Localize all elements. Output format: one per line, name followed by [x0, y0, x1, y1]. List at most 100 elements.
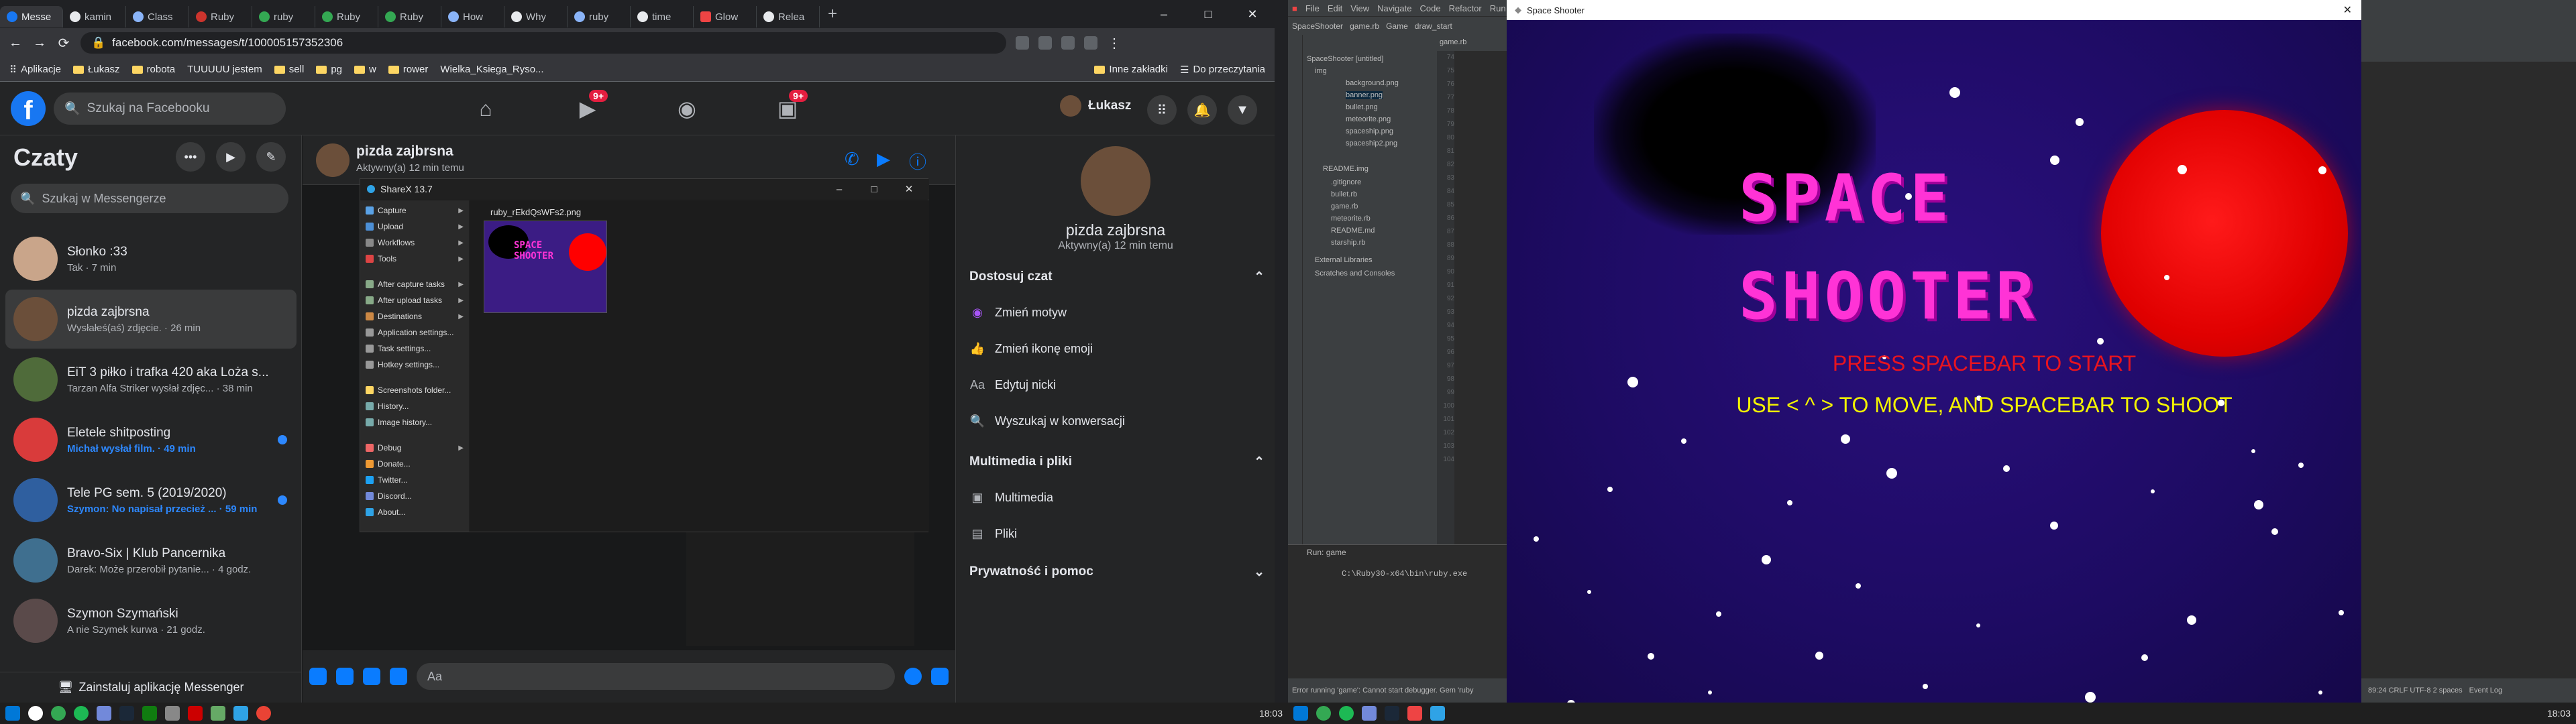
- windows-start-icon[interactable]: [1293, 706, 1308, 721]
- tab-ruby-2[interactable]: Ruby: [315, 6, 378, 27]
- like-icon[interactable]: [931, 668, 949, 685]
- chrome-icon[interactable]: [1316, 706, 1331, 721]
- chrome-icon[interactable]: [256, 706, 271, 721]
- run-tab[interactable]: Run: game: [1307, 548, 1346, 557]
- menu-workflows[interactable]: Workflows ▶: [363, 235, 466, 250]
- extension-icon[interactable]: [1016, 36, 1029, 50]
- tree-file[interactable]: README.md: [1331, 227, 1375, 235]
- gaming-icon[interactable]: ▣ 9+: [767, 90, 808, 123]
- menu-app-settings[interactable]: Application settings...: [363, 325, 466, 340]
- rubymine-icon[interactable]: [1407, 706, 1422, 721]
- tab-ruby-google[interactable]: ruby: [252, 6, 315, 27]
- menu-navigate[interactable]: Navigate: [1377, 3, 1411, 13]
- plus-icon[interactable]: [309, 668, 327, 685]
- tab-why[interactable]: Why: [504, 6, 568, 27]
- tree-file[interactable]: background.png: [1346, 79, 1399, 87]
- avatar[interactable]: [316, 143, 350, 177]
- facebook-logo-icon[interactable]: f: [11, 91, 46, 126]
- gif-icon[interactable]: [390, 668, 407, 685]
- emoji-icon[interactable]: [904, 668, 922, 685]
- steam-icon[interactable]: [119, 706, 134, 721]
- extension-icon[interactable]: [1038, 36, 1052, 50]
- menu-upload[interactable]: Upload ▶: [363, 219, 466, 234]
- menu-debug[interactable]: Debug ▶: [363, 440, 466, 455]
- tree-folder[interactable]: README.img: [1323, 165, 1368, 173]
- minimize-button[interactable]: –: [822, 179, 857, 199]
- tab-how[interactable]: How: [441, 6, 504, 27]
- menu-capture[interactable]: Capture ▶: [363, 203, 466, 218]
- edit-nicknames-item[interactable]: Aa Edytuj nicki: [969, 377, 1265, 393]
- crumb[interactable]: Game: [1386, 21, 1408, 31]
- menu-history[interactable]: History...: [363, 399, 466, 414]
- tab-glow[interactable]: Glow: [694, 6, 757, 27]
- spotify-icon[interactable]: [74, 706, 89, 721]
- bookmark-apps[interactable]: ⠿ Aplikacje: [9, 64, 61, 76]
- bookmark-link[interactable]: Wielka_Ksiega_Ryso...: [440, 64, 543, 75]
- media-item[interactable]: ▣ Multimedia: [969, 489, 1265, 505]
- tree-file[interactable]: spaceship.png: [1346, 127, 1393, 135]
- bookmark-reading-list[interactable]: ☰ Do przeczytania: [1180, 64, 1265, 76]
- bookmark-link[interactable]: TUUUUU jestem: [187, 64, 262, 75]
- extension-icon[interactable]: [1061, 36, 1075, 50]
- app-icon[interactable]: [165, 706, 180, 721]
- crumb[interactable]: draw_start: [1415, 21, 1452, 31]
- app-icon[interactable]: [211, 706, 225, 721]
- tree-file[interactable]: spaceship2.png: [1346, 139, 1397, 147]
- menu-refactor[interactable]: Refactor: [1449, 3, 1482, 13]
- menu-image-history[interactable]: Image history...: [363, 415, 466, 430]
- menu-donate[interactable]: Donate...: [363, 457, 466, 471]
- bookmark-other[interactable]: Inne zakładki: [1094, 64, 1168, 75]
- code-screenshot-image[interactable]: [686, 528, 914, 646]
- tab-messenger[interactable]: Messe: [0, 6, 63, 27]
- tree-file[interactable]: game.rb: [1331, 202, 1358, 210]
- spotify-icon[interactable]: [1339, 706, 1354, 721]
- game-canvas[interactable]: SPACE SHOOTER PRESS SPACEBAR TO START US…: [1507, 20, 2361, 703]
- clock[interactable]: 18:03: [1259, 708, 1283, 719]
- tab-ruby-3[interactable]: Ruby: [378, 6, 441, 27]
- menu-code[interactable]: Code: [1419, 3, 1440, 13]
- reload-icon[interactable]: ⟳: [56, 35, 71, 52]
- minimize-button[interactable]: –: [1142, 0, 1186, 28]
- discord-icon[interactable]: [97, 706, 111, 721]
- account-chevron-icon[interactable]: ▼: [1228, 95, 1257, 125]
- bookmark-folder[interactable]: rower: [388, 64, 428, 75]
- tree-file[interactable]: starship.rb: [1331, 239, 1365, 247]
- video-room-icon[interactable]: ▶: [216, 142, 246, 172]
- chrome-icon[interactable]: [51, 706, 66, 721]
- tree-file[interactable]: .gitignore: [1331, 178, 1361, 186]
- conversation-title[interactable]: pizda zajbrsna: [356, 143, 453, 160]
- files-item[interactable]: ▤ Pliki: [969, 526, 1265, 542]
- profile-button[interactable]: Łukasz: [1060, 95, 1131, 117]
- watch-icon[interactable]: ▶ 9+: [568, 90, 608, 123]
- maximize-button[interactable]: □: [857, 179, 892, 199]
- close-icon[interactable]: ✕: [2343, 3, 2352, 17]
- tree-libraries[interactable]: External Libraries: [1315, 256, 1373, 264]
- menu-destinations[interactable]: Destinations ▶: [363, 309, 466, 324]
- clock[interactable]: 18:03: [2547, 708, 2571, 719]
- menu-after-capture[interactable]: After capture tasks ▶: [363, 277, 466, 292]
- bookmark-folder[interactable]: w: [354, 64, 376, 75]
- message-input[interactable]: Aa: [417, 663, 895, 690]
- tree-file[interactable]: bullet.png: [1346, 103, 1378, 111]
- tab-time[interactable]: time: [631, 6, 694, 27]
- section-media[interactable]: Multimedia i pliki ⌃: [969, 455, 1265, 470]
- tab-ruby[interactable]: Ruby: [189, 6, 252, 27]
- new-tab-button[interactable]: +: [828, 5, 837, 23]
- bookmark-folder[interactable]: robota: [131, 64, 175, 75]
- info-icon[interactable]: ⓘ: [909, 149, 926, 174]
- tree-file[interactable]: bullet.rb: [1331, 190, 1357, 198]
- maximize-button[interactable]: □: [1186, 0, 1230, 28]
- menu-task-settings[interactable]: Task settings...: [363, 341, 466, 356]
- tab-ruby-4[interactable]: ruby: [568, 6, 631, 27]
- menu-about[interactable]: About...: [363, 505, 466, 520]
- menu-twitter[interactable]: Twitter...: [363, 473, 466, 487]
- conversation-item[interactable]: Bravo-Six | Klub Pancernika Darek: Może p…: [5, 531, 297, 590]
- conversation-item[interactable]: EiT 3 piłko i trafka 420 aka Loża s... Ta…: [5, 350, 297, 409]
- change-theme-item[interactable]: ◉ Zmień motyw: [969, 304, 1265, 320]
- menu-after-upload[interactable]: After upload tasks ▶: [363, 293, 466, 308]
- menu-dots-icon[interactable]: ⋮: [1107, 35, 1122, 52]
- tab-class[interactable]: Class: [126, 6, 189, 27]
- puzzle-icon[interactable]: [1084, 36, 1097, 50]
- new-message-icon[interactable]: ✎: [256, 142, 286, 172]
- menu-view[interactable]: View: [1350, 3, 1369, 13]
